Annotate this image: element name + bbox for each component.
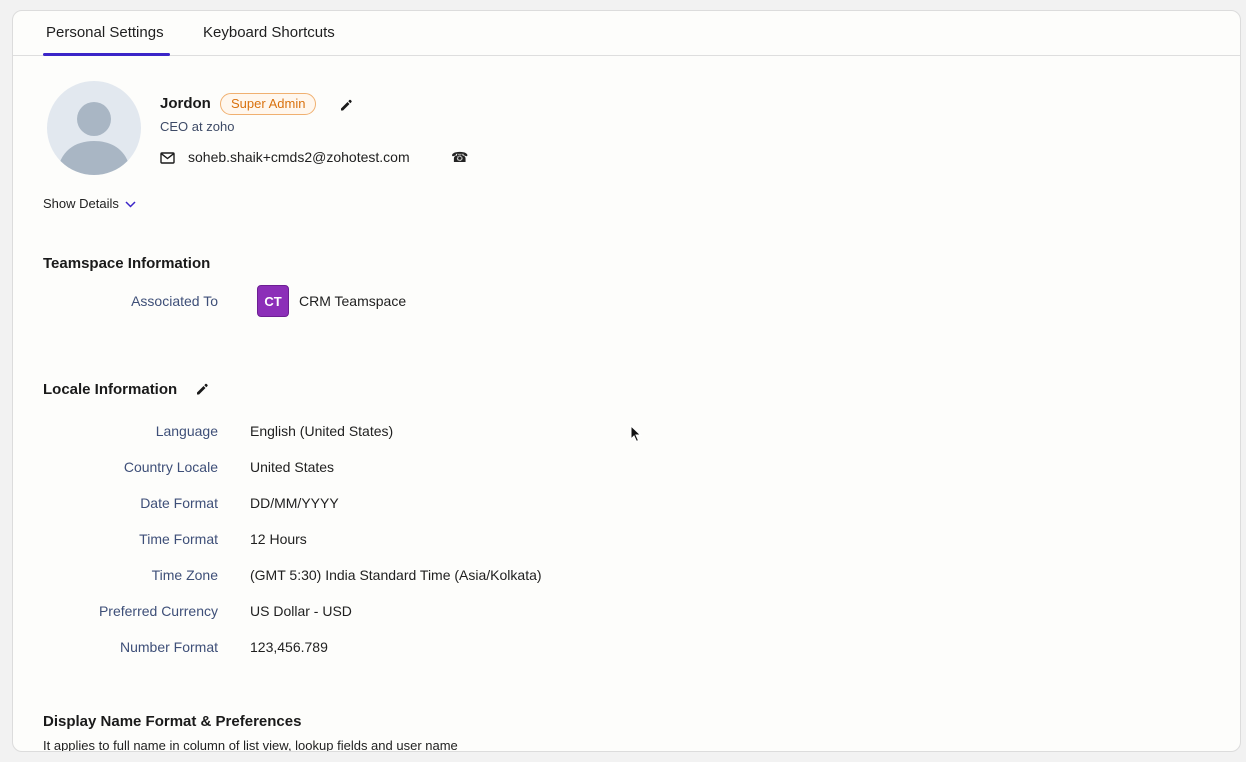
role-badge: Super Admin [220,93,317,115]
display-name-section-title: Display Name Format & Preferences [43,713,302,730]
pencil-icon[interactable] [195,382,209,401]
pencil-icon[interactable] [339,98,353,117]
time-format-label: Time Format [139,531,218,547]
tab-bar: Personal Settings Keyboard Shortcuts [13,11,1240,56]
number-format-label: Number Format [119,639,218,655]
language-label: Language [155,423,218,439]
show-details-label: Show Details [43,196,119,211]
chevron-down-icon [125,196,136,211]
country-locale-value: United States [250,459,335,475]
teamspace-avatar: CT [257,285,289,317]
user-role: CEO at zoho [160,119,235,134]
language-value: English (United States) [250,423,394,439]
user-email[interactable]: soheb.shaik+cmds2@zohotest.com [188,149,410,165]
teamspace-name: CRM Teamspace [299,293,407,309]
country-locale-label: Country Locale [123,459,218,475]
time-zone-value: (GMT 5:30) India Standard Time (Asia/Kol… [250,567,542,583]
date-format-label: Date Format [140,495,218,511]
mouse-cursor-icon [630,424,642,448]
tab-keyboard-shortcuts[interactable]: Keyboard Shortcuts [203,24,335,41]
date-format-value: DD/MM/YYYY [250,495,339,511]
display-name-note: It applies to full name in column of lis… [43,738,458,752]
show-details-toggle[interactable]: Show Details [43,196,136,211]
mail-icon [160,151,175,169]
time-zone-label: Time Zone [151,567,218,583]
teamspace-section-title: Teamspace Information [43,255,211,272]
preferred-currency-label: Preferred Currency [98,603,218,619]
tab-personal-settings[interactable]: Personal Settings [46,24,164,41]
phone-icon[interactable]: ☎ [451,149,468,166]
time-format-value: 12 Hours [250,531,307,547]
preferred-currency-value: US Dollar - USD [250,603,352,619]
number-format-value: 123,456.789 [250,639,328,655]
locale-section-title: Locale Information [43,381,178,398]
settings-card: Personal Settings Keyboard Shortcuts Jor… [12,10,1241,752]
user-avatar-icon [47,81,141,175]
associated-to-label: Associated To [131,293,218,309]
user-name: Jordon [160,95,211,112]
active-tab-indicator [43,53,170,56]
